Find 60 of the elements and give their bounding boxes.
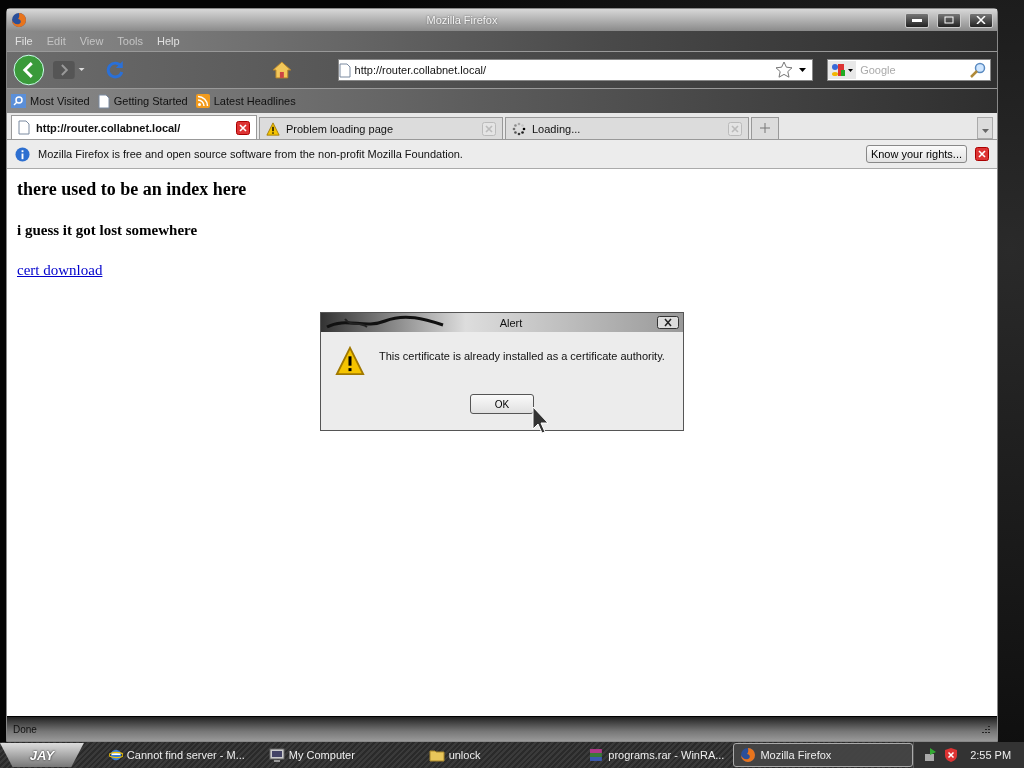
page-heading: there used to be an index here [17, 179, 248, 200]
forward-icon[interactable] [52, 59, 87, 81]
page-icon [97, 93, 110, 109]
warning-icon [335, 346, 365, 376]
browser-tab[interactable]: http://router.collabnet.local/ [11, 115, 257, 139]
minimize-button[interactable] [905, 12, 929, 28]
page-icon [338, 62, 351, 78]
taskbar-item[interactable]: unlock [421, 743, 572, 767]
page-icon [18, 120, 30, 135]
dropdown-icon [981, 128, 989, 133]
notification-text: Mozilla Firefox is free and open source software from the non-profit Mozilla Foundation. [38, 148, 464, 160]
ok-button[interactable]: OK [470, 394, 534, 414]
home-icon[interactable] [271, 61, 292, 79]
computer-icon [268, 747, 285, 763]
close-icon[interactable] [975, 147, 989, 161]
resize-grip-icon[interactable] [981, 724, 991, 734]
know-your-rights-button[interactable]: Know your rights... [865, 145, 967, 163]
close-icon[interactable] [236, 120, 250, 135]
close-icon [976, 16, 986, 24]
maximize-icon [944, 16, 954, 24]
bookmark-link[interactable]: Most Visited [11, 94, 90, 108]
taskbar-item[interactable]: Cannot find server - M... [101, 743, 252, 767]
plus-icon [760, 123, 770, 133]
browser-icon [108, 747, 123, 763]
address-bar[interactable]: http://router.collabnet.local/ [337, 59, 814, 81]
dialog-title: Alert [498, 316, 524, 329]
search-icon[interactable] [970, 62, 986, 78]
browser-tab[interactable]: Problem loading page [259, 117, 503, 139]
firefox-icon [11, 12, 27, 28]
status-text: Done [13, 723, 38, 735]
search-engine-icon[interactable] [828, 61, 857, 79]
clock: 2:55 PM [970, 749, 1012, 761]
window-title: Mozilla Firefox [425, 14, 499, 26]
bookmark-link[interactable]: Latest Headlines [195, 94, 296, 108]
page-subheading: i guess it got lost somewhere [17, 222, 199, 239]
folder-icon [428, 747, 445, 763]
firefox-icon [740, 747, 757, 763]
shield-icon[interactable] [944, 747, 959, 763]
tab-list-button[interactable] [977, 117, 993, 139]
bookmark-link[interactable]: Getting Started [97, 93, 188, 109]
dropdown-icon[interactable] [799, 68, 807, 72]
star-icon[interactable] [775, 61, 794, 79]
back-icon[interactable] [13, 54, 47, 86]
taskbar-item[interactable]: Mozilla Firefox [733, 743, 914, 767]
dialog-message: This certificate is already installed as a certificate authority. [379, 350, 665, 362]
minimize-icon [912, 18, 922, 22]
archive-icon [588, 747, 605, 763]
taskbar-item[interactable]: My Computer [261, 743, 412, 767]
spinner-icon [512, 121, 526, 136]
maximize-button[interactable] [937, 12, 961, 28]
search-icon [11, 94, 26, 108]
warning-icon [266, 121, 280, 136]
url-text: http://router.collabnet.local/ [353, 64, 488, 76]
search-placeholder: Google [859, 64, 897, 76]
browser-tab[interactable]: Loading... [505, 117, 749, 139]
feed-icon [195, 94, 210, 108]
taskbar-item[interactable]: programs.rar - WinRA... [581, 743, 732, 767]
download-link[interactable]: cert download [17, 262, 103, 278]
close-button[interactable] [657, 316, 679, 329]
info-icon [15, 146, 30, 162]
